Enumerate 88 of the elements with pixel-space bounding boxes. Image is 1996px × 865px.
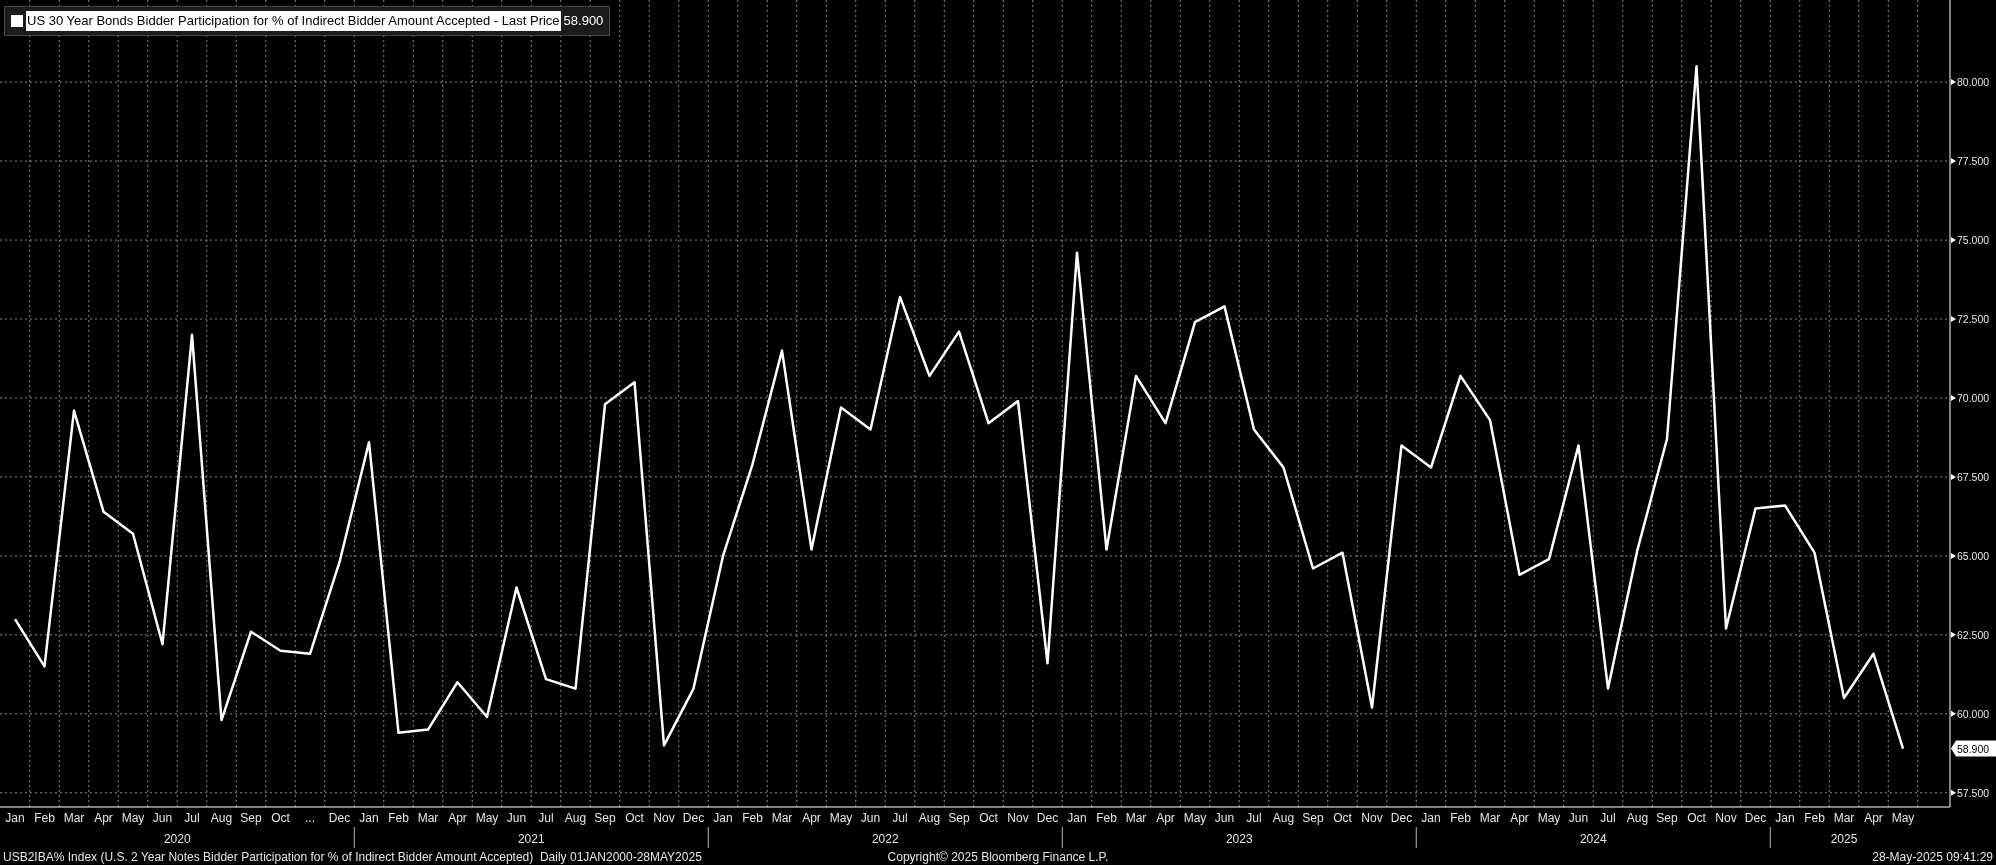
month-label: Dec xyxy=(1390,811,1413,825)
y-tick-label: 57.500 xyxy=(1957,786,1990,799)
month-label: Feb xyxy=(388,811,409,825)
year-label: 2023 xyxy=(1225,832,1253,846)
month-label: Apr xyxy=(802,811,821,825)
series-name: US 30 Year Bonds Bidder Participation for % of Indirect Bidder Amount Accepted - Last Price xyxy=(26,11,561,31)
year-label: 2020 xyxy=(163,832,191,846)
month-label: May xyxy=(121,811,145,825)
month-label: Dec xyxy=(1744,811,1767,825)
month-label: Jul xyxy=(1600,811,1616,825)
year-label: 2024 xyxy=(1579,832,1607,846)
month-label: Jul xyxy=(1246,811,1262,825)
year-label: 2021 xyxy=(517,832,545,846)
month-label: Jun xyxy=(506,811,527,825)
month-label: Apr xyxy=(94,811,113,825)
month-label: Feb xyxy=(1096,811,1117,825)
month-label: Jun xyxy=(1214,811,1235,825)
month-label: Mar xyxy=(771,811,793,825)
month-label: Apr xyxy=(448,811,467,825)
month-label: Dec xyxy=(682,811,705,825)
legend-checkbox[interactable] xyxy=(11,14,23,27)
month-label: Oct xyxy=(1687,811,1706,825)
month-label: Nov xyxy=(1007,811,1029,825)
month-label: Feb xyxy=(34,811,55,825)
timestamp: 28-May-2025 09:41:29 xyxy=(1871,848,1993,865)
last-price-value: 58.900 xyxy=(563,12,604,30)
month-label: May xyxy=(475,811,499,825)
month-label: Sep xyxy=(1302,811,1324,825)
month-label: Jan xyxy=(5,811,25,825)
month-label: Aug xyxy=(918,811,941,825)
month-label: Jul xyxy=(538,811,554,825)
month-label: Dec xyxy=(1036,811,1059,825)
month-label: Nov xyxy=(653,811,675,825)
month-label: Oct xyxy=(271,811,290,825)
month-label: Jul xyxy=(892,811,908,825)
month-label: Mar xyxy=(417,811,439,825)
year-label: 2022 xyxy=(871,832,899,846)
month-label: Oct xyxy=(979,811,998,825)
y-tick-label: 65.000 xyxy=(1957,549,1990,562)
month-label: Oct xyxy=(625,811,644,825)
month-label: Dec xyxy=(328,811,351,825)
month-label: Jan xyxy=(1421,811,1441,825)
month-label: Jan xyxy=(1775,811,1795,825)
month-label: Mar xyxy=(1125,811,1147,825)
month-label: May xyxy=(1183,811,1207,825)
month-label: Feb xyxy=(1804,811,1825,825)
month-label: Jun xyxy=(1568,811,1589,825)
month-label: May xyxy=(829,811,853,825)
month-label: May xyxy=(1891,811,1915,825)
month-label: Aug xyxy=(564,811,587,825)
month-label: Mar xyxy=(1833,811,1855,825)
month-label: Feb xyxy=(742,811,763,825)
month-label: Nov xyxy=(1361,811,1383,825)
y-tick-label: 77.500 xyxy=(1957,155,1990,168)
month-label: Apr xyxy=(1156,811,1175,825)
month-label: Sep xyxy=(948,811,970,825)
y-tick-label: 62.500 xyxy=(1957,628,1990,641)
y-tick-label: 75.000 xyxy=(1957,234,1990,247)
security-description: USB2IBA% Index (U.S. 2 Year Notes Bidder Participation for % of Indirect Bidder Amount Accepted) Daily 01JAN2000-28MAY2025 xyxy=(3,848,703,865)
month-label: Jan xyxy=(713,811,733,825)
y-tick-label: 67.500 xyxy=(1957,470,1990,483)
y-tick-label: 60.000 xyxy=(1957,707,1990,720)
month-label: Feb xyxy=(1450,811,1471,825)
month-label: Jan xyxy=(1067,811,1087,825)
month-label: Jul xyxy=(184,811,200,825)
last-price-tag: 58.900 xyxy=(1951,740,1996,757)
copyright-text: Copyright© 2025 Bloomberg Finance L.P. xyxy=(887,848,1109,865)
y-tick-label: 80.000 xyxy=(1957,76,1990,89)
month-label: Sep xyxy=(240,811,262,825)
year-label: 2025 xyxy=(1830,832,1858,846)
month-label: Aug xyxy=(210,811,233,825)
month-label: Mar xyxy=(1479,811,1501,825)
month-label: Aug xyxy=(1272,811,1295,825)
month-label: ... xyxy=(305,811,315,825)
month-label: Mar xyxy=(63,811,85,825)
month-label: Jun xyxy=(860,811,881,825)
y-tick-label: 72.500 xyxy=(1957,313,1990,325)
month-label: Jun xyxy=(152,811,173,825)
month-label: Apr xyxy=(1864,811,1883,825)
month-label: Aug xyxy=(1626,811,1649,825)
month-label: Sep xyxy=(594,811,616,825)
month-label: Jan xyxy=(359,811,379,825)
y-tick-label: 70.000 xyxy=(1957,391,1990,404)
month-label: Oct xyxy=(1333,811,1352,825)
month-label: Nov xyxy=(1715,811,1737,825)
month-label: May xyxy=(1537,811,1561,825)
month-label: Sep xyxy=(1656,811,1678,825)
month-label: Apr xyxy=(1510,811,1529,825)
